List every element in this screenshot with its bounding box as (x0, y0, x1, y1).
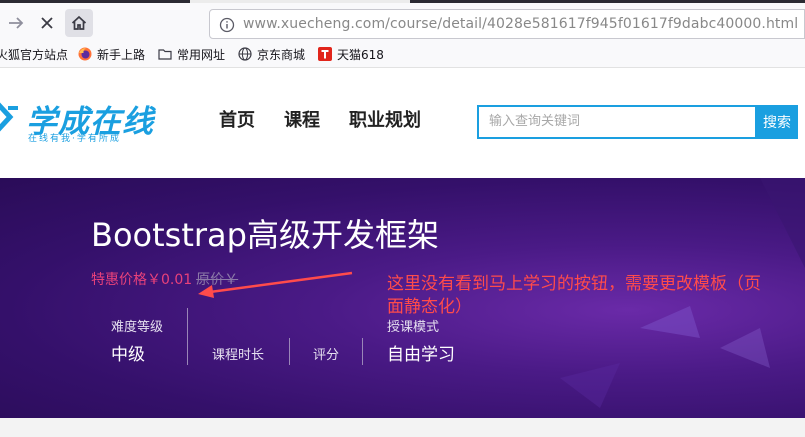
arrow-right-icon (9, 17, 24, 29)
browser-toolbar: www.xuecheng.com/course/detail/4028e5816… (0, 3, 805, 41)
url-text: www.xuecheng.com/course/detail/4028e5816… (243, 16, 799, 32)
firefox-icon (78, 47, 92, 61)
bookmark-label: 新手上路 (97, 47, 146, 62)
stat-divider (289, 338, 290, 365)
bookmark-firefox-official[interactable]: 火狐官方站点 (0, 46, 68, 62)
forward-button[interactable] (2, 9, 30, 37)
stat-divider (187, 308, 188, 365)
course-banner: Bootstrap高级开发框架 特惠价格￥0.01 原价￥ 这里没有看到马上学习的… (0, 178, 805, 418)
home-button[interactable] (65, 9, 93, 37)
search-button[interactable]: 搜索 (756, 105, 798, 139)
folder-icon (158, 49, 172, 60)
main-nav: 首页 课程 职业规划 (219, 106, 450, 132)
annotation-note: 这里没有看到马上学习的按钮，需要更改模板（页面静态化） (387, 274, 761, 317)
mode-value: 自由学习 (387, 345, 455, 365)
site-header: 学成在线 在线有我·学有所成 首页 课程 职业规划 搜索 (0, 68, 805, 178)
bookmark-getting-started[interactable]: 新手上路 (78, 46, 145, 62)
bookmark-jd[interactable]: 京东商城 (238, 46, 305, 62)
bookmark-label: 火狐官方站点 (0, 47, 69, 62)
logo-mark-icon (0, 102, 18, 132)
site-logo[interactable]: 学成在线 在线有我·学有所成 (0, 96, 160, 144)
search-input[interactable] (479, 107, 759, 135)
bookmark-label: 天猫618 (337, 47, 384, 62)
duration-label: 课程时长 (212, 348, 265, 363)
home-icon (71, 15, 87, 30)
nav-courses[interactable]: 课程 (284, 106, 320, 132)
bookmarks-bar: 火狐官方站点 新手上路 常用网址 京东商城 天猫618 (0, 41, 805, 68)
bookmark-common-sites[interactable]: 常用网址 (158, 46, 225, 62)
difficulty-label: 难度等级 (111, 320, 164, 335)
address-bar[interactable]: www.xuecheng.com/course/detail/4028e5816… (209, 9, 805, 39)
tmall-icon (318, 47, 332, 61)
stop-button[interactable] (33, 9, 61, 37)
bookmark-label: 常用网址 (177, 47, 226, 62)
difficulty-value: 中级 (111, 345, 145, 365)
nav-home[interactable]: 首页 (219, 106, 255, 132)
bookmark-label: 京东商城 (257, 47, 306, 62)
mode-label: 授课模式 (387, 320, 440, 335)
globe-icon (238, 47, 252, 61)
page-bottom (0, 418, 805, 437)
logo-slogan: 在线有我·学有所成 (28, 134, 121, 144)
stat-divider (362, 338, 363, 365)
search-box (477, 105, 759, 139)
rating-label: 评分 (313, 348, 340, 363)
nav-career[interactable]: 职业规划 (349, 106, 421, 132)
info-icon[interactable] (219, 17, 235, 33)
bookmark-tmall[interactable]: 天猫618 (318, 46, 384, 62)
close-icon (41, 17, 53, 29)
